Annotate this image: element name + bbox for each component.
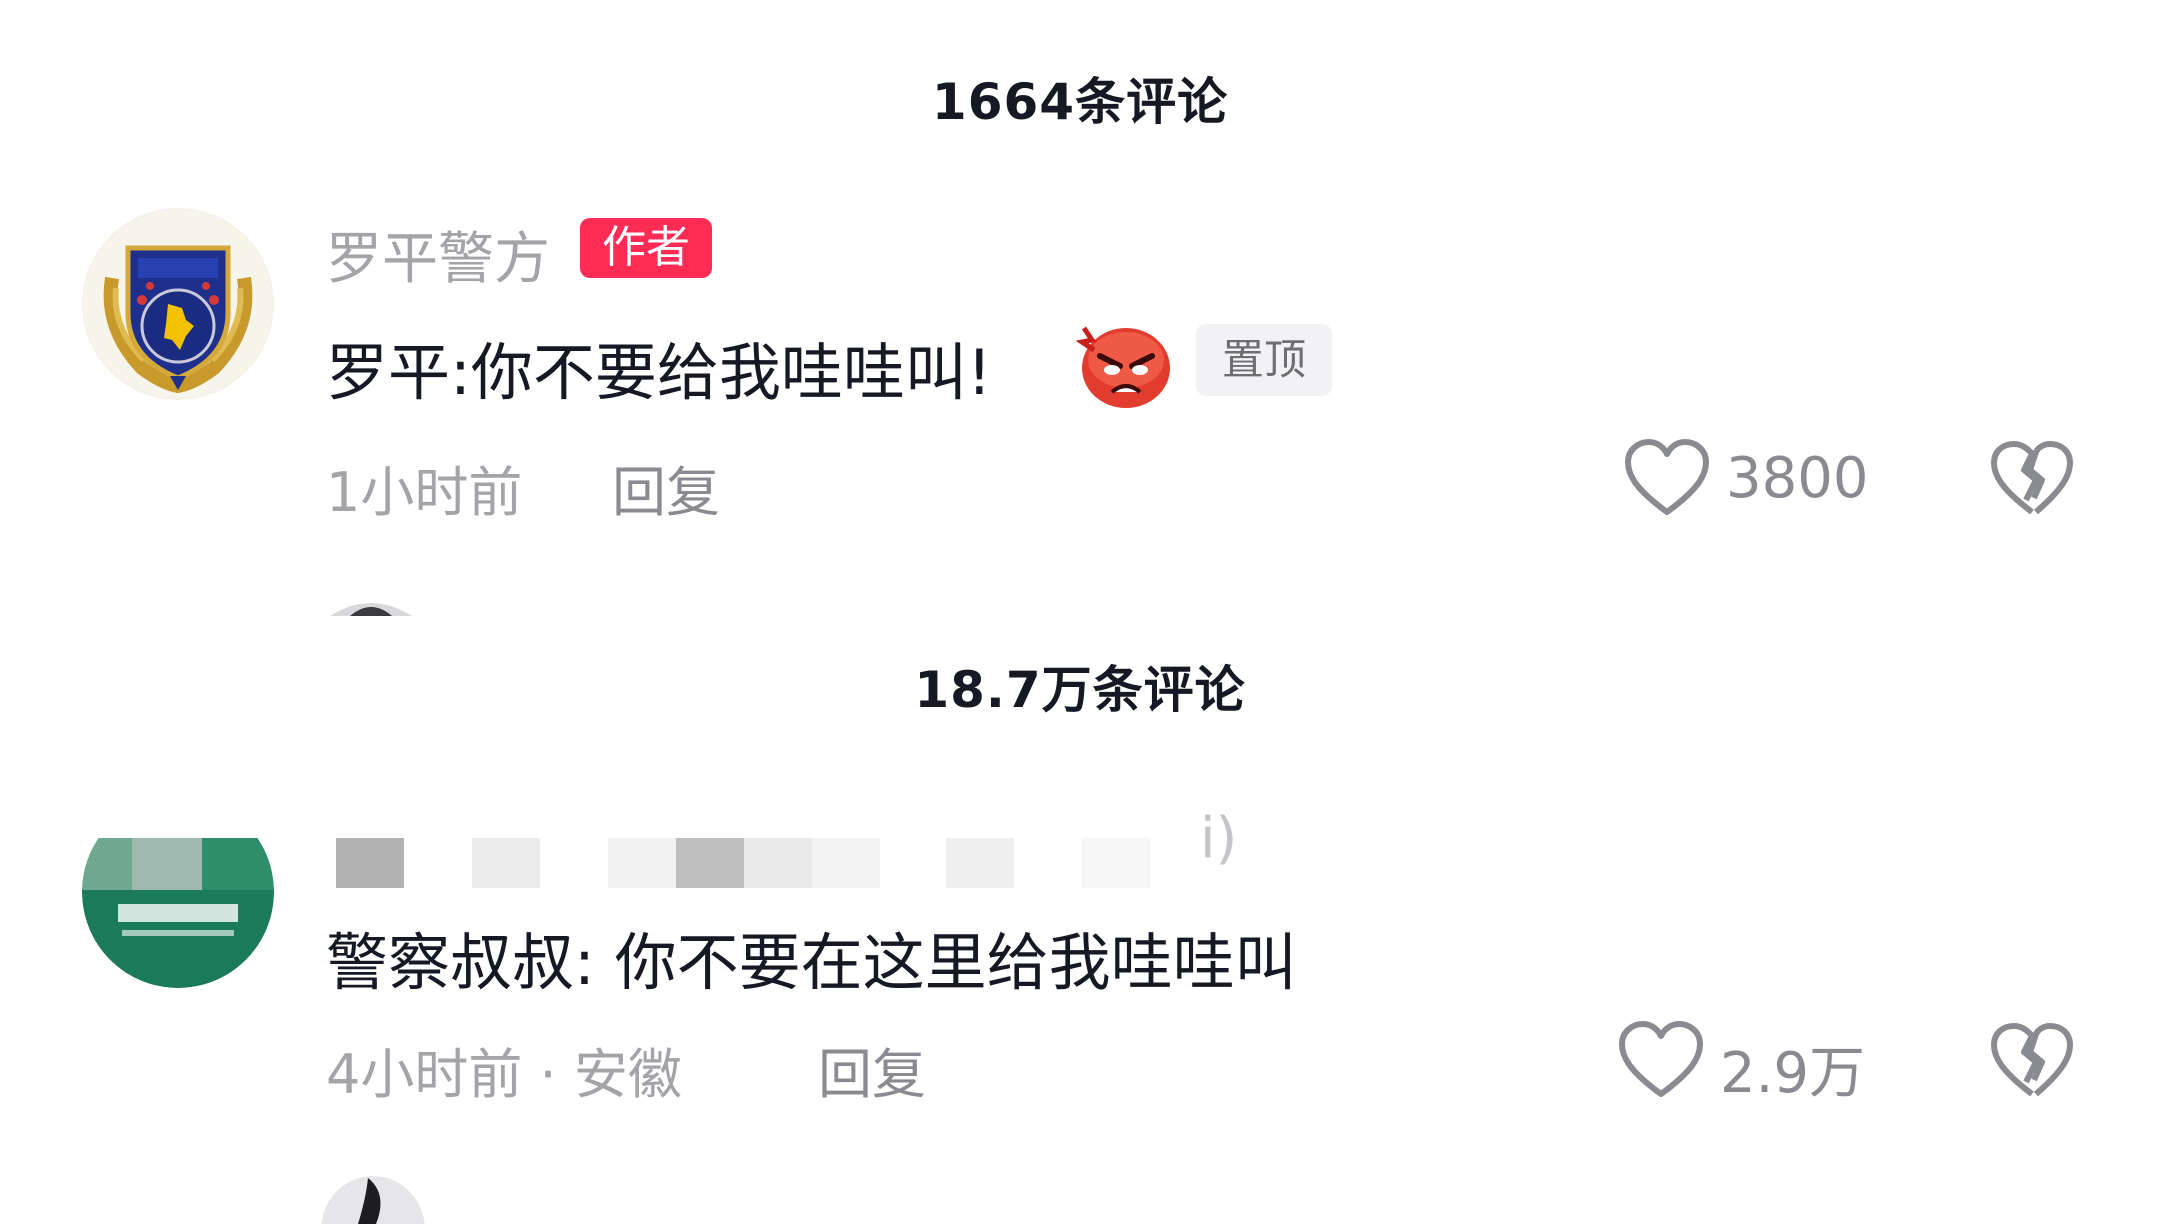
like-count: 3800 (1726, 446, 1869, 511)
reply-button-2[interactable]: 回复 (818, 1030, 926, 1109)
username-redacted (744, 838, 812, 888)
comment-username[interactable]: 罗平警方 (326, 214, 550, 295)
username-redacted (946, 838, 1014, 888)
username-redacted (608, 838, 676, 888)
broken-heart-icon[interactable] (1990, 1022, 2074, 1100)
reply-button[interactable]: 回复 (612, 448, 720, 527)
username-redacted (812, 838, 880, 888)
comment-count-title: 1664条评论 (931, 73, 1229, 131)
comment-text: 罗平:你不要给我哇哇叫! (326, 336, 992, 409)
username-redacted (676, 838, 744, 888)
broken-heart-icon[interactable] (1990, 440, 2074, 518)
police-emblem-icon (84, 210, 272, 398)
like-count-2: 2.9万 (1720, 1041, 1866, 1106)
comment-time-location: 4小时前 · 安徽 (326, 1043, 682, 1106)
comment-time: 1小时前 (326, 461, 523, 524)
avatar-partial-2 (318, 1174, 428, 1224)
username-redacted (336, 838, 404, 888)
like-heart-icon[interactable] (1624, 438, 1710, 518)
username-redacted (1082, 838, 1150, 888)
author-badge: 作者 (580, 218, 712, 278)
username-tail: i) (1200, 806, 1238, 871)
avatar-partial (326, 594, 416, 616)
like-heart-icon[interactable] (1618, 1020, 1704, 1100)
comment-text-2: 警察叔叔: 你不要在这里给我哇哇叫 (326, 926, 1297, 999)
pinned-badge: 置顶 (1196, 324, 1332, 396)
comment-count-title-2: 18.7万条评论 (914, 661, 1246, 719)
avatar-dental-clinic[interactable] (82, 796, 274, 988)
avatar-police-badge[interactable] (82, 208, 274, 400)
username-redacted (472, 838, 540, 888)
angry-face-icon (1074, 320, 1174, 410)
